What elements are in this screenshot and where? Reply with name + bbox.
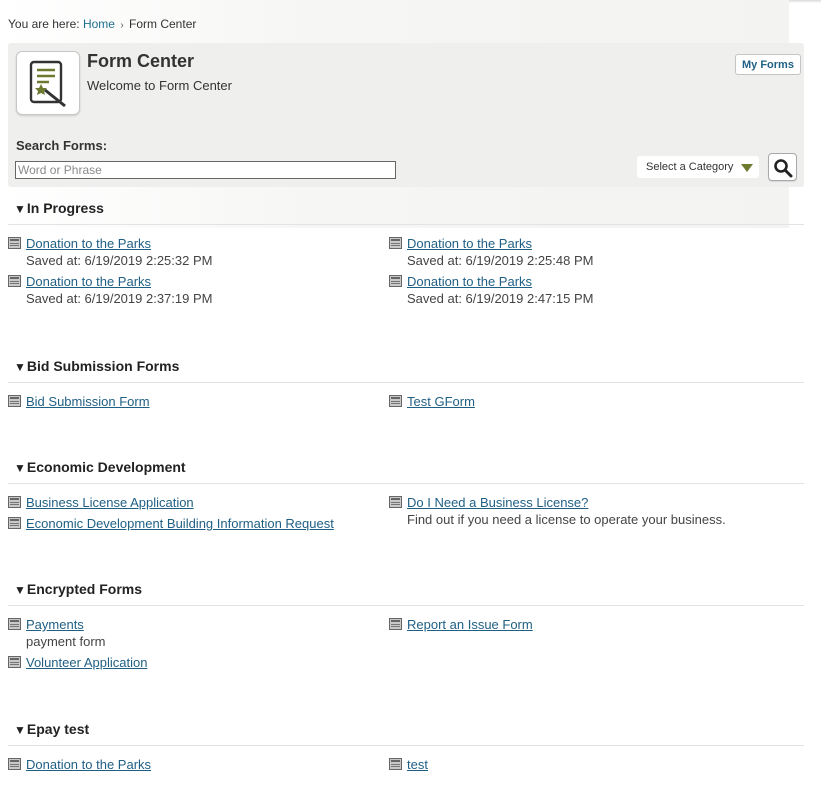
section-encrypted-forms: ▼Encrypted Forms Payments payment form V… xyxy=(8,581,804,670)
form-document-icon xyxy=(389,237,402,249)
triangle-down-icon: ▼ xyxy=(14,360,26,374)
search-label: Search Forms: xyxy=(16,138,108,153)
triangle-down-icon: ▼ xyxy=(14,583,26,597)
form-description: Find out if you need a license to operat… xyxy=(407,512,726,527)
section-column-right: Test GForm xyxy=(389,393,759,410)
list-item: Economic Development Building Informatio… xyxy=(8,515,378,532)
list-item: Payments payment form xyxy=(8,616,378,651)
form-link[interactable]: Economic Development Building Informatio… xyxy=(26,515,334,532)
section-column-left: Donation to the Parks xyxy=(8,756,378,773)
form-document-icon xyxy=(8,237,21,249)
form-wand-icon xyxy=(29,60,66,108)
saved-timestamp: Saved at: 6/19/2019 2:25:48 PM xyxy=(407,253,594,268)
category-select-label: Select a Category xyxy=(646,161,734,173)
section-epay-test: ▼Epay test Donation to the Parks test xyxy=(8,721,804,772)
list-item: Bid Submission Form xyxy=(8,393,378,410)
section-header-bid-submission[interactable]: ▼Bid Submission Forms xyxy=(8,358,804,383)
form-document-icon xyxy=(8,275,21,287)
form-link[interactable]: Donation to the Parks xyxy=(407,235,532,252)
form-link[interactable]: Donation to the Parks xyxy=(407,273,532,290)
form-document-icon xyxy=(389,275,402,287)
list-item: Donation to the Parks Saved at: 6/19/201… xyxy=(8,235,378,270)
list-item: Donation to the Parks Saved at: 6/19/201… xyxy=(8,273,378,308)
section-economic-development: ▼Economic Development Business License A… xyxy=(8,459,804,531)
breadcrumb-home-link[interactable]: Home xyxy=(83,17,115,31)
form-document-icon xyxy=(8,758,21,770)
form-link[interactable]: Payments xyxy=(26,616,84,633)
form-description: payment form xyxy=(26,634,106,649)
section-in-progress: ▼In Progress Donation to the Parks Saved… xyxy=(8,200,804,306)
section-header-in-progress[interactable]: ▼In Progress xyxy=(8,200,804,225)
section-header-economic-development[interactable]: ▼Economic Development xyxy=(8,459,804,484)
section-column-right: Do I Need a Business License? Find out i… xyxy=(389,494,759,529)
section-header-epay-test[interactable]: ▼Epay test xyxy=(8,721,804,746)
search-button[interactable] xyxy=(768,153,797,181)
section-column-right: Report an Issue Form xyxy=(389,616,759,633)
section-title: Epay test xyxy=(26,721,90,737)
section-header-encrypted-forms[interactable]: ▼Encrypted Forms xyxy=(8,581,804,606)
form-link[interactable]: Donation to the Parks xyxy=(26,235,151,252)
form-link[interactable]: test xyxy=(407,756,428,773)
form-link[interactable]: Bid Submission Form xyxy=(26,393,150,410)
list-item: Donation to the Parks xyxy=(8,756,378,773)
section-column-left: Payments payment form Volunteer Applicat… xyxy=(8,616,378,671)
chevron-down-icon xyxy=(741,164,753,172)
list-item: test xyxy=(389,756,759,773)
breadcrumb-current: Form Center xyxy=(129,17,197,31)
form-document-icon xyxy=(389,395,402,407)
saved-timestamp: Saved at: 6/19/2019 2:47:15 PM xyxy=(407,291,594,306)
list-item: Test GForm xyxy=(389,393,759,410)
list-item: Do I Need a Business License? Find out i… xyxy=(389,494,759,529)
section-title: Bid Submission Forms xyxy=(26,358,180,374)
page-title: Form Center xyxy=(87,51,195,71)
section-column-right: Donation to the Parks Saved at: 6/19/201… xyxy=(389,235,759,308)
form-link[interactable]: Report an Issue Form xyxy=(407,616,533,633)
form-document-icon xyxy=(389,496,402,508)
form-document-icon xyxy=(389,618,402,630)
saved-timestamp: Saved at: 6/19/2019 2:25:32 PM xyxy=(26,253,213,268)
page-subtitle: Welcome to Form Center xyxy=(87,78,232,93)
list-item: Donation to the Parks Saved at: 6/19/201… xyxy=(389,273,759,308)
section-title: In Progress xyxy=(26,200,104,216)
section-column-left: Bid Submission Form xyxy=(8,393,378,410)
list-item: Volunteer Application xyxy=(8,654,378,671)
form-center-logo xyxy=(16,51,80,115)
section-title: Economic Development xyxy=(26,459,186,475)
triangle-down-icon: ▼ xyxy=(14,202,26,216)
form-link[interactable]: Donation to the Parks xyxy=(26,273,151,290)
breadcrumb-prefix: You are here: xyxy=(8,17,80,31)
breadcrumb-separator: › xyxy=(120,20,124,31)
my-forms-button[interactable]: My Forms xyxy=(735,54,801,75)
triangle-down-icon: ▼ xyxy=(14,723,26,737)
section-title: Encrypted Forms xyxy=(26,581,143,597)
list-item: Donation to the Parks Saved at: 6/19/201… xyxy=(389,235,759,270)
form-link[interactable]: Test GForm xyxy=(407,393,475,410)
form-document-icon xyxy=(8,496,21,508)
section-column-left: Business License Application Economic De… xyxy=(8,494,378,532)
form-link[interactable]: Do I Need a Business License? xyxy=(407,494,588,511)
list-item: Business License Application xyxy=(8,494,378,511)
section-bid-submission: ▼Bid Submission Forms Bid Submission For… xyxy=(8,358,804,409)
form-document-icon xyxy=(8,517,21,529)
search-input[interactable] xyxy=(15,161,396,179)
form-link[interactable]: Business License Application xyxy=(26,494,194,511)
form-document-icon xyxy=(8,618,21,630)
category-select[interactable]: Select a Category xyxy=(637,156,759,178)
form-document-icon xyxy=(389,758,402,770)
magnifier-icon xyxy=(774,159,793,178)
saved-timestamp: Saved at: 6/19/2019 2:37:19 PM xyxy=(26,291,213,306)
form-center-header: Form Center Welcome to Form Center My Fo… xyxy=(8,43,804,187)
triangle-down-icon: ▼ xyxy=(14,461,26,475)
list-item: Report an Issue Form xyxy=(389,616,759,633)
section-column-left: Donation to the Parks Saved at: 6/19/201… xyxy=(8,235,378,308)
form-link[interactable]: Donation to the Parks xyxy=(26,756,151,773)
form-document-icon xyxy=(8,656,21,668)
breadcrumb: You are here: Home › Form Center xyxy=(8,17,196,31)
section-column-right: test xyxy=(389,756,759,773)
form-link[interactable]: Volunteer Application xyxy=(26,654,147,671)
form-document-icon xyxy=(8,395,21,407)
